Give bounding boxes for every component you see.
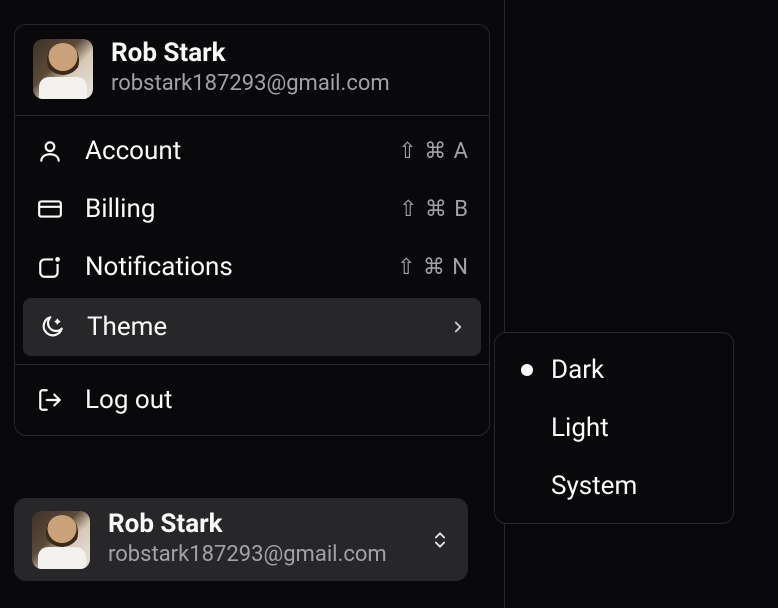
theme-option-label: System [551,471,637,501]
user-name: Rob Stark [108,510,412,539]
user-name: Rob Stark [111,39,390,68]
credit-card-icon [35,196,65,222]
menu-item-label: Theme [87,312,429,342]
avatar [32,511,90,569]
menu-section-logout: Log out [15,365,489,435]
moon-icon [37,314,67,340]
chevrons-up-down-icon [430,526,450,554]
theme-option-label: Light [551,413,609,443]
menu-item-shortcut: ⇧ ⌘ N [397,255,469,280]
selected-indicator-icon [521,480,533,492]
menu-item-label: Billing [85,194,379,224]
theme-option-light[interactable]: Light [503,399,725,457]
notification-badge-icon [35,254,65,280]
theme-submenu: Dark Light System [494,332,734,524]
menu-item-label: Notifications [85,252,377,282]
menu-item-account[interactable]: Account ⇧ ⌘ A [15,122,489,180]
user-dropdown-menu: Rob Stark robstark187293@gmail.com Accou… [14,24,490,436]
menu-item-label: Log out [85,385,469,415]
selected-indicator-icon [521,364,533,376]
menu-item-billing[interactable]: Billing ⇧ ⌘ B [15,180,489,238]
user-email: robstark187293@gmail.com [108,541,412,570]
chevron-right-icon [449,318,467,336]
menu-item-notifications[interactable]: Notifications ⇧ ⌘ N [15,238,489,296]
selected-indicator-icon [521,422,533,434]
theme-option-system[interactable]: System [503,457,725,515]
menu-item-label: Account [85,136,378,166]
user-email: robstark187293@gmail.com [111,70,390,99]
user-header: Rob Stark robstark187293@gmail.com [15,25,489,116]
avatar [33,39,93,99]
menu-section-main: Account ⇧ ⌘ A Billing ⇧ ⌘ B Notification… [15,116,489,365]
logout-icon [35,387,65,413]
theme-option-label: Dark [551,355,604,385]
menu-item-theme[interactable]: Theme [23,298,481,356]
menu-item-logout[interactable]: Log out [15,371,489,429]
user-menu-trigger[interactable]: Rob Stark robstark187293@gmail.com [14,498,468,581]
theme-option-dark[interactable]: Dark [503,341,725,399]
menu-item-shortcut: ⇧ ⌘ A [398,139,469,164]
user-icon [35,138,65,164]
menu-item-shortcut: ⇧ ⌘ B [399,197,469,222]
